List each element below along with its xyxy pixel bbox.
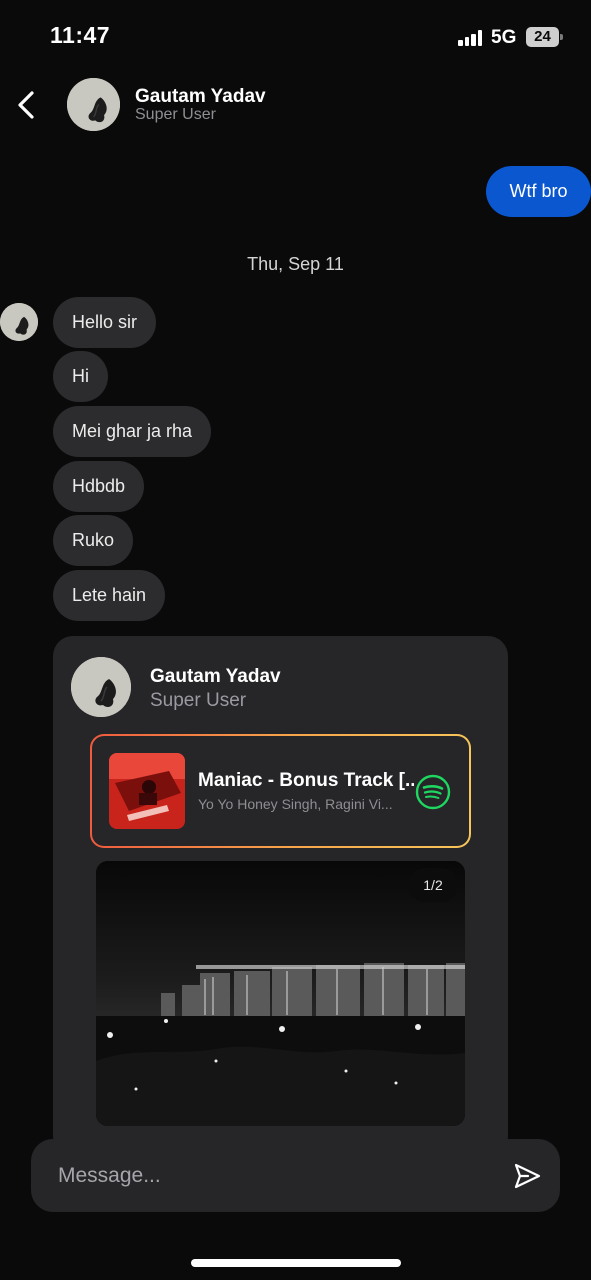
album-art — [109, 753, 185, 829]
post-author-subtitle: Super User — [150, 690, 247, 711]
avatar[interactable] — [67, 78, 120, 131]
send-icon — [514, 1163, 541, 1189]
send-button[interactable] — [512, 1161, 542, 1191]
received-message[interactable]: Lete hain — [53, 570, 166, 621]
status-time: 11:47 — [50, 22, 111, 48]
contact-name[interactable]: Gautam Yadav — [135, 86, 266, 108]
track-title: Maniac - Bonus Track [... — [198, 770, 414, 791]
received-message[interactable]: Ruko — [53, 515, 134, 566]
received-message[interactable]: Hi — [53, 351, 108, 402]
message-composer — [31, 1139, 560, 1212]
spotify-icon[interactable] — [415, 774, 451, 810]
home-indicator[interactable] — [191, 1259, 401, 1267]
battery-tip — [560, 34, 563, 40]
post-author-avatar[interactable] — [71, 657, 131, 717]
back-icon — [18, 91, 34, 119]
sender-avatar[interactable] — [0, 303, 38, 341]
page-indicator: 1/2 — [408, 868, 458, 902]
received-message[interactable]: Hdbdb — [53, 461, 145, 512]
back-button[interactable] — [14, 88, 42, 122]
shared-post-card[interactable]: Gautam Yadav Super User Maniac - Bonus T… — [53, 636, 508, 1156]
received-message[interactable]: Hello sir — [53, 297, 157, 348]
battery-icon: 24 — [526, 27, 559, 47]
music-track-card[interactable]: Maniac - Bonus Track [... Yo Yo Honey Si… — [90, 734, 471, 848]
post-author-name[interactable]: Gautam Yadav — [150, 666, 281, 688]
status-bar: 11:47 5G 24 — [0, 0, 591, 70]
sent-message[interactable]: Wtf bro — [486, 166, 591, 217]
track-artist: Yo Yo Honey Singh, Ragini Vi... — [198, 796, 393, 812]
signal-icon — [458, 30, 484, 46]
contact-subtitle: Super User — [135, 106, 216, 123]
message-input[interactable] — [58, 1139, 498, 1212]
network-type: 5G — [491, 27, 517, 48]
post-photo[interactable]: 1/2 — [96, 861, 465, 1126]
received-message[interactable]: Mei ghar ja rha — [53, 406, 212, 457]
date-separator: Thu, Sep 11 — [247, 254, 344, 274]
